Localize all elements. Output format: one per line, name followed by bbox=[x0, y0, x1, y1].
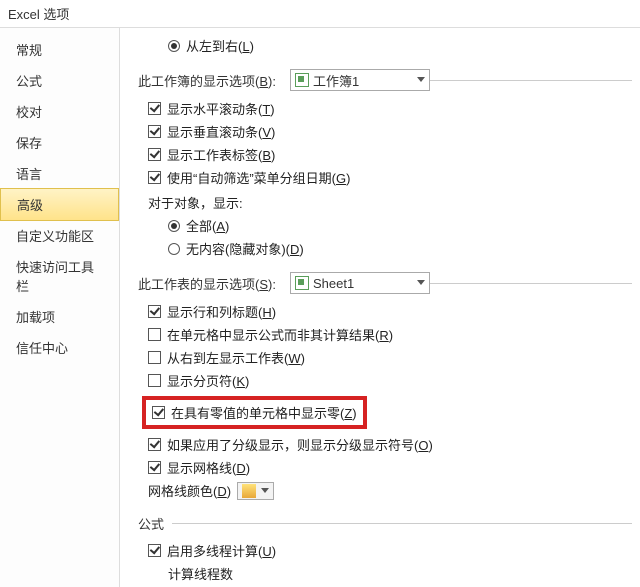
sidebar-item-trust-center[interactable]: 信任中心 bbox=[0, 332, 119, 363]
checkbox-gridlines[interactable] bbox=[148, 461, 161, 474]
checkbox-page-breaks[interactable] bbox=[148, 374, 161, 387]
label-hscroll: 显示水平滚动条(T) bbox=[167, 99, 275, 118]
workbook-dropdown-value: 工作簿1 bbox=[313, 71, 359, 90]
sidebar: 常规 公式 校对 保存 语言 高级 自定义功能区 快速访问工具栏 加载项 信任中… bbox=[0, 28, 120, 587]
chevron-down-icon bbox=[261, 488, 269, 493]
window-title: Excel 选项 bbox=[0, 0, 640, 27]
sidebar-item-advanced[interactable]: 高级 bbox=[0, 188, 119, 221]
sidebar-item-language[interactable]: 语言 bbox=[0, 158, 119, 189]
radio-ltr[interactable] bbox=[168, 40, 180, 52]
label-thread-count: 计算线程数 bbox=[168, 564, 233, 583]
label-sheet-tabs: 显示工作表标签(B) bbox=[167, 145, 275, 164]
label-vscroll: 显示垂直滚动条(V) bbox=[167, 122, 275, 141]
sidebar-item-formulas[interactable]: 公式 bbox=[0, 65, 119, 96]
excel-sheet-icon bbox=[295, 276, 309, 290]
chevron-down-icon bbox=[417, 280, 425, 285]
highlight-show-zeros: 在具有零值的单元格中显示零(Z) bbox=[142, 396, 367, 429]
section-sheet-display: 此工作表的显示选项(S): Sheet1 bbox=[138, 272, 632, 294]
checkbox-sheet-tabs[interactable] bbox=[148, 148, 161, 161]
sidebar-item-addins[interactable]: 加载项 bbox=[0, 301, 119, 332]
checkbox-row-col-headers[interactable] bbox=[148, 305, 161, 318]
label-page-breaks: 显示分页符(K) bbox=[167, 371, 249, 390]
sheet-dropdown[interactable]: Sheet1 bbox=[290, 272, 430, 294]
checkbox-autofilter-dates[interactable] bbox=[148, 171, 161, 184]
label-autofilter-dates: 使用“自动筛选”菜单分组日期(G) bbox=[167, 168, 350, 187]
section-formulas: 公式 bbox=[138, 514, 632, 533]
label-objects-none: 无内容(隐藏对象)(D) bbox=[186, 239, 304, 258]
sidebar-item-proofing[interactable]: 校对 bbox=[0, 96, 119, 127]
label-objects-show: 对于对象，显示: bbox=[148, 193, 632, 212]
label-show-formulas: 在单元格中显示公式而非其计算结果(R) bbox=[167, 325, 393, 344]
checkbox-hscroll[interactable] bbox=[148, 102, 161, 115]
radio-ltr-label: 从左到右(L) bbox=[186, 36, 254, 55]
sidebar-item-qat[interactable]: 快速访问工具栏 bbox=[0, 251, 119, 301]
label-rtl-sheet: 从右到左显示工作表(W) bbox=[167, 348, 305, 367]
paint-bucket-icon bbox=[242, 484, 256, 498]
sidebar-item-general[interactable]: 常规 bbox=[0, 34, 119, 65]
sidebar-item-save[interactable]: 保存 bbox=[0, 127, 119, 158]
label-gridlines: 显示网格线(D) bbox=[167, 458, 250, 477]
label-row-col-headers: 显示行和列标题(H) bbox=[167, 302, 276, 321]
checkbox-rtl-sheet[interactable] bbox=[148, 351, 161, 364]
workbook-dropdown[interactable]: 工作簿1 bbox=[290, 69, 430, 91]
main-panel: 从左到右(L) 此工作簿的显示选项(B): 工作簿1 显示水平滚动条(T) 显示… bbox=[120, 28, 640, 587]
label-outline-symbols: 如果应用了分级显示，则显示分级显示符号(O) bbox=[167, 435, 433, 454]
section-workbook-display: 此工作簿的显示选项(B): 工作簿1 bbox=[138, 69, 632, 91]
gridline-color-picker[interactable] bbox=[237, 482, 274, 500]
sidebar-item-customize-ribbon[interactable]: 自定义功能区 bbox=[0, 220, 119, 251]
label-gridline-color: 网格线颜色(D) bbox=[148, 481, 231, 500]
checkbox-show-formulas[interactable] bbox=[148, 328, 161, 341]
label-multithread-calc: 启用多线程计算(U) bbox=[167, 541, 276, 560]
checkbox-multithread-calc[interactable] bbox=[148, 544, 161, 557]
radio-objects-all[interactable] bbox=[168, 220, 180, 232]
chevron-down-icon bbox=[417, 77, 425, 82]
radio-objects-none[interactable] bbox=[168, 243, 180, 255]
checkbox-vscroll[interactable] bbox=[148, 125, 161, 138]
sheet-dropdown-value: Sheet1 bbox=[313, 276, 354, 291]
label-objects-all: 全部(A) bbox=[186, 216, 229, 235]
checkbox-show-zeros[interactable] bbox=[152, 406, 165, 419]
excel-file-icon bbox=[295, 73, 309, 87]
label-show-zeros: 在具有零值的单元格中显示零(Z) bbox=[171, 403, 357, 422]
checkbox-outline-symbols[interactable] bbox=[148, 438, 161, 451]
